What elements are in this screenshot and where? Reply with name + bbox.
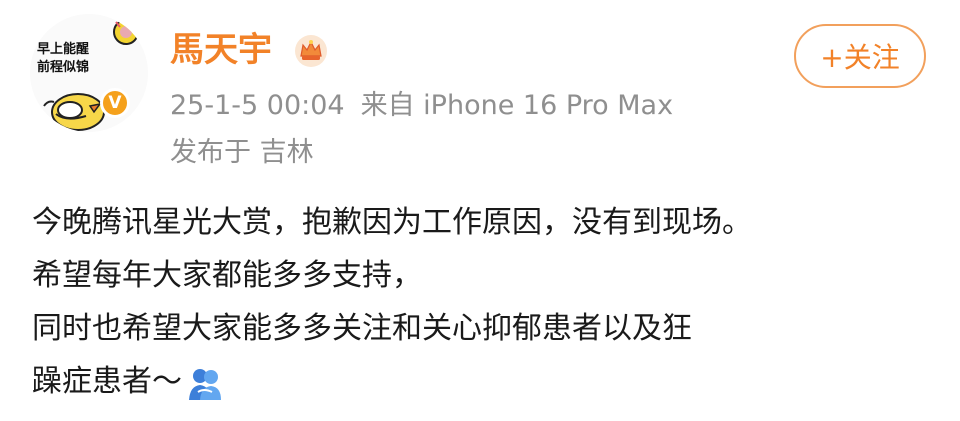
post-source: 来自 iPhone 16 Pro Max (360, 90, 674, 121)
post-line-last: 躁症患者～ (32, 355, 942, 408)
follow-button[interactable]: +关注 (794, 24, 926, 88)
avatar[interactable]: 早上能醒 前程似锦 (30, 14, 148, 132)
post-body: 今晚腾讯星光大赏，抱歉因为工作原因，没有到现场。 希望每年大家都能多多支持， 同… (32, 196, 942, 408)
post-line: 今晚腾讯星光大赏，抱歉因为工作原因，没有到现场。 (32, 205, 752, 240)
verified-badge: V (100, 88, 130, 118)
post-line-text: 躁症患者～ (32, 364, 182, 399)
post-date: 25-1-5 00:04 (170, 90, 345, 121)
crown-icon[interactable] (294, 34, 328, 68)
post-location: 发布于 吉林 (170, 137, 314, 168)
avatar-text-line1: 早上能醒 (37, 42, 90, 57)
post-line: 希望每年大家都能多多支持， (32, 258, 422, 293)
hug-emoji-icon (189, 368, 221, 400)
username[interactable]: 馬天宇 (170, 28, 272, 72)
avatar-text-line2: 前程似锦 (37, 60, 90, 75)
post-meta: 25-1-5 00:04 来自 iPhone 16 Pro Max (170, 88, 673, 124)
post-line: 同时也希望大家能多多关注和关心抑郁患者以及狂 (32, 311, 692, 346)
